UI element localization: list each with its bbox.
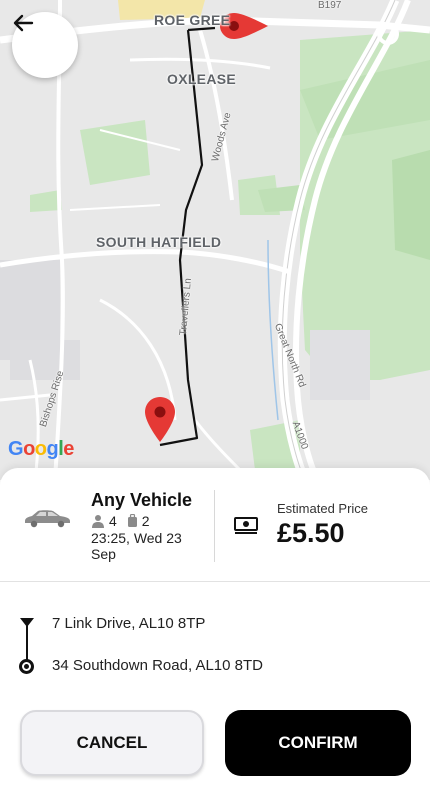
vehicle-name: Any Vehicle [91,490,193,510]
route-addresses: 7 Link Drive, AL10 8TP 34 Southdown Road… [0,598,430,678]
route-connector [26,624,28,660]
google-logo: Google [8,438,74,460]
ride-summary: Any Vehicle 4 2 23:25, Wed 23 Sep Estima… [0,468,430,580]
road-label-b197: B197 [318,0,342,11]
car-icon [25,510,70,528]
estimated-price-value: £5.50 [277,518,345,548]
pickup-marker-icon [20,618,34,627]
map-label-south-hatfield: SOUTH HATFIELD [96,234,222,250]
map-label-roe-green: ROE GREE [154,12,231,28]
capacity-info: 4 2 [91,513,160,529]
estimated-price-label: Estimated Price [277,501,369,516]
back-button[interactable] [12,12,78,78]
pickup-pin-icon [145,397,175,442]
map-label-oxlease: OXLEASE [167,71,237,87]
confirm-button[interactable]: CONFIRM [225,710,411,776]
passenger-count: 4 [109,513,117,529]
divider [0,581,430,582]
dropoff-marker-icon [19,659,34,674]
dropoff-address[interactable]: 34 Southdown Road, AL10 8TD [52,657,263,674]
pickup-datetime: 23:25, Wed 23 Sep [91,530,182,562]
pickup-address[interactable]: 7 Link Drive, AL10 8TP [52,615,205,632]
divider [214,490,215,562]
arrow-left-icon [13,14,34,32]
luggage-count: 2 [141,513,150,529]
booking-sheet: Any Vehicle 4 2 23:25, Wed 23 Sep Estima… [0,468,430,800]
cancel-button[interactable]: CANCEL [20,710,204,776]
map-view[interactable]: ROE GREE OXLEASE SOUTH HATFIELD Woods Av… [0,0,430,480]
person-icon [92,515,104,528]
luggage-icon [127,514,137,527]
money-icon [234,517,258,534]
